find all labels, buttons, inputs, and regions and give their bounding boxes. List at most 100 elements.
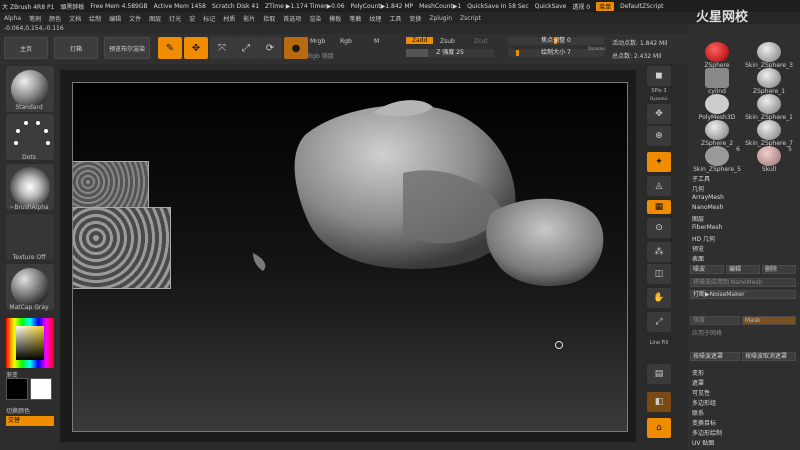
deformation-menu[interactable]: 变形 [692, 368, 704, 377]
edit-noise-button[interactable]: 编辑 [726, 265, 760, 274]
surface-menu[interactable]: 表面 [692, 254, 704, 263]
edit-icon[interactable]: ✎ [158, 37, 182, 59]
scroll-icon[interactable]: ✥ [647, 104, 671, 124]
menu-item[interactable]: 笔刷 [29, 14, 41, 23]
main-color-swatch[interactable] [6, 378, 28, 400]
visibility-menu[interactable]: 可见性 [692, 388, 710, 397]
delete-noise-button[interactable]: 删除 [762, 265, 796, 274]
menu-item[interactable]: 文档 [69, 14, 81, 23]
xyz-icon[interactable]: ⁂ [647, 242, 671, 262]
polypaint-menu[interactable]: 多边形绘制 [692, 428, 722, 437]
secondary-color-swatch[interactable] [30, 378, 52, 400]
morph-target-menu[interactable]: 变换目标 [692, 418, 716, 427]
menu-item[interactable]: 首选项 [283, 14, 301, 23]
menu-item[interactable]: Zscript [460, 15, 481, 22]
line-fill-label[interactable]: Line Fill [644, 340, 674, 346]
unmask-by-noise-button[interactable]: 按噪波取消遮罩 [742, 352, 796, 361]
local-icon[interactable]: ⊙ [647, 218, 671, 238]
alternate-button[interactable]: 交替 [6, 416, 54, 426]
switch-color-button[interactable]: 切换颜色 [0, 406, 58, 415]
geometry-menu[interactable]: 几何 [692, 184, 704, 193]
strength-slider[interactable]: 强度 [690, 316, 740, 325]
rgb-intensity-slider[interactable]: Rgb 强度 [308, 51, 334, 60]
scale-view-icon[interactable]: ⤢ [647, 312, 671, 332]
quicksave-button[interactable]: QuickSave [535, 3, 567, 10]
dynamic-label[interactable]: Dynamic [644, 96, 674, 101]
mask-slider[interactable]: Mask [742, 316, 796, 325]
menu-item[interactable]: 宏 [189, 14, 195, 23]
move-icon[interactable]: ⤧ [210, 37, 234, 59]
hd-geometry-menu[interactable]: HD 几何 [692, 234, 715, 243]
subtool-menu[interactable]: 子工具 [692, 174, 710, 183]
zadd-button[interactable]: Zadd [406, 37, 434, 44]
menu-item[interactable]: 影片 [243, 14, 255, 23]
menu-item[interactable]: 纹理 [369, 14, 381, 23]
lightbox-button[interactable]: 灯箱 [54, 37, 98, 59]
arraymesh-menu[interactable]: ArrayMesh [692, 194, 724, 201]
mask-by-noise-button[interactable]: 按噪波遮罩 [690, 352, 740, 361]
uv-map-menu[interactable]: UV 贴图 [692, 438, 714, 447]
persp-icon[interactable]: ◬ [647, 176, 671, 196]
z-intensity-slider[interactable]: Z 强度 25 [406, 49, 494, 57]
menu-item[interactable]: Alpha [4, 15, 21, 22]
menu-item[interactable]: 文件 [129, 14, 141, 23]
menu-item[interactable]: 图层 [149, 14, 161, 23]
menu-item[interactable]: 绘制 [89, 14, 101, 23]
color-square[interactable] [16, 326, 44, 360]
menu-item[interactable]: 工具 [389, 14, 401, 23]
zsub-button[interactable]: Zsub [440, 38, 455, 45]
material-sphere-icon[interactable]: ● [284, 37, 308, 59]
preview-render-button[interactable]: 预览布尔渲染 [104, 37, 150, 59]
polyf-icon[interactable]: ▤ [647, 364, 671, 384]
menu-item[interactable]: 标记 [203, 14, 215, 23]
fibermesh-menu[interactable]: FiberMesh [692, 224, 722, 231]
viewport-canvas[interactable] [72, 82, 628, 432]
noise-to-nanomesh-button[interactable]: 将噪波应用到 NanoMesh [690, 278, 796, 287]
transparency-control[interactable]: 透视 0 [572, 2, 590, 11]
quicksave-timer: QuickSave In 58 Sec [467, 2, 529, 10]
menu-item[interactable]: 编辑 [109, 14, 121, 23]
floor-icon[interactable]: ▦ [647, 200, 671, 214]
solo-icon[interactable]: ⌂ [647, 418, 671, 438]
frame-icon[interactable]: ◫ [647, 264, 671, 284]
preview-menu[interactable]: 预览 [692, 244, 704, 253]
apply-to-mesh-button[interactable]: 应用于网格 [692, 328, 722, 337]
layers-menu[interactable]: 图层 [692, 214, 704, 223]
m-button[interactable]: M [374, 38, 379, 45]
rotate-icon[interactable]: ⟳ [258, 37, 282, 59]
menu-item[interactable]: 拾取 [263, 14, 275, 23]
contact-menu[interactable]: 联系 [692, 408, 704, 417]
bpr-icon[interactable]: ◼ [647, 66, 671, 86]
menu-item[interactable]: 颜色 [49, 14, 61, 23]
default-zscript[interactable]: DefaultZScript [620, 3, 663, 10]
home-button[interactable]: 主页 [4, 37, 48, 59]
color-picker[interactable] [6, 318, 54, 368]
rgb-button[interactable]: Rgb [340, 38, 352, 45]
actual-icon[interactable]: ✦ [647, 152, 671, 172]
menu-item[interactable]: Zplugin [429, 15, 452, 22]
menu-item[interactable]: 模板 [329, 14, 341, 23]
dynamic-toggle[interactable]: Dynamic [588, 46, 606, 51]
menu-item[interactable]: 渲染 [309, 14, 321, 23]
polygroups-menu[interactable]: 多边形组 [692, 398, 716, 407]
zcut-button[interactable]: Zcut [474, 38, 488, 45]
menu-item[interactable]: 变换 [409, 14, 421, 23]
draw-icon[interactable]: ✥ [184, 37, 208, 59]
scale-icon[interactable]: ⤢ [234, 37, 258, 59]
zsphere-1-icon [757, 68, 781, 88]
tool-thumb-skull[interactable]: Skull 5 [744, 146, 794, 180]
mrgb-button[interactable]: Mrgb [310, 38, 325, 45]
menu-item[interactable]: 灯光 [169, 14, 181, 23]
transp-icon[interactable]: ◧ [647, 392, 671, 412]
nanomesh-menu[interactable]: NanoMesh [692, 204, 723, 211]
zoom-icon[interactable]: ⊕ [647, 126, 671, 146]
masking-menu[interactable]: 遮罩 [692, 378, 704, 387]
focal-shift-slider[interactable]: 焦点调整 0 [508, 37, 604, 45]
noisemaker-button[interactable]: 打断▶NoiseMaker [690, 290, 796, 299]
noise-button[interactable]: 噪波 [690, 265, 724, 274]
menu-item[interactable]: 材质 [223, 14, 235, 23]
reference-image-top [73, 161, 149, 211]
move-view-icon[interactable]: ✋ [647, 288, 671, 308]
menus-toggle[interactable]: 菜单 [596, 1, 615, 11]
menu-item[interactable]: 笔触 [349, 14, 361, 23]
